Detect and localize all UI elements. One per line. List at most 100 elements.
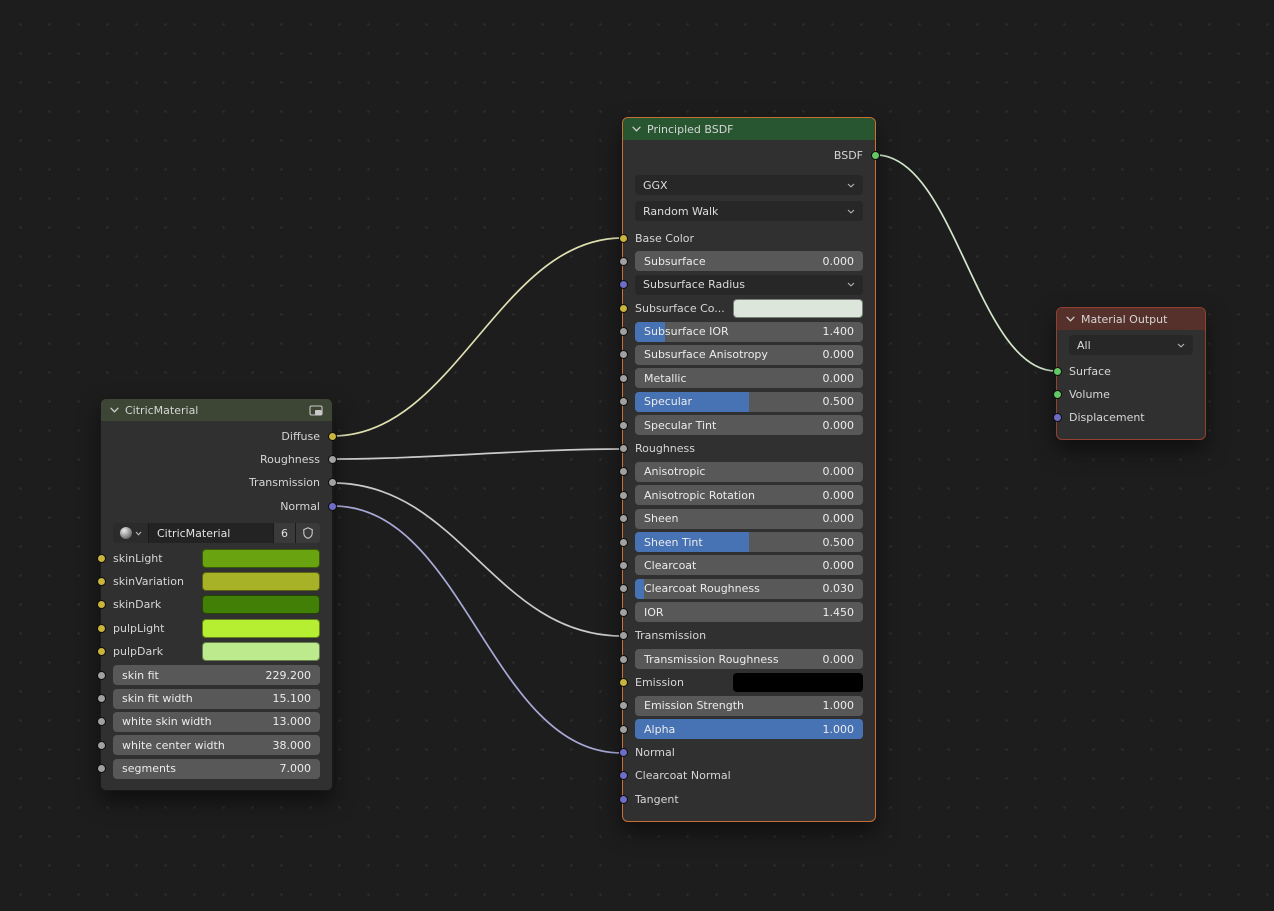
- socket-pulpdark-input[interactable]: [97, 647, 106, 656]
- segments-slider[interactable]: segments7.000: [113, 759, 320, 779]
- socket-roughness[interactable]: [619, 444, 628, 453]
- socket-anisotropic[interactable]: [619, 467, 628, 476]
- white-skin-width-slider[interactable]: white skin width13.000: [113, 712, 320, 732]
- collapse-chevron-icon[interactable]: [110, 407, 119, 413]
- material-browse-button[interactable]: [113, 523, 149, 543]
- link-roughness-to-roughness[interactable]: [333, 449, 622, 459]
- principled-node-header[interactable]: Principled BSDF: [623, 118, 875, 140]
- link-transmission-to-transmission[interactable]: [333, 483, 622, 636]
- sheen-slider[interactable]: Sheen0.000: [635, 509, 863, 529]
- skin-fit-width-slider[interactable]: skin fit width15.100: [113, 689, 320, 709]
- target-select[interactable]: All: [1069, 335, 1193, 355]
- subsurface-anisotropy-slider[interactable]: Subsurface Anisotropy0.000: [635, 345, 863, 365]
- socket-volume[interactable]: [1053, 390, 1062, 399]
- socket-metallic[interactable]: [619, 374, 628, 383]
- socket-subsurface-ior[interactable]: [619, 327, 628, 336]
- socket-tangent[interactable]: [619, 795, 628, 804]
- socket-anisotropic-rotation[interactable]: [619, 491, 628, 500]
- socket-clearcoat[interactable]: [619, 561, 628, 570]
- node-material-output[interactable]: Material Output All Surface Volume Displ…: [1056, 307, 1206, 440]
- socket-subsurface-radius[interactable]: [619, 280, 628, 289]
- shader-node-editor-canvas[interactable]: CitricMaterial Diffuse Roughness Transmi…: [0, 0, 1274, 911]
- socket-normal-output[interactable]: [328, 502, 337, 511]
- subsurface-radius-select[interactable]: Subsurface Radius: [635, 275, 863, 295]
- emission-color-swatch[interactable]: [733, 673, 863, 692]
- socket-surface[interactable]: [1053, 367, 1062, 376]
- socket-transmission[interactable]: [619, 631, 628, 640]
- emission-strength-slider[interactable]: Emission Strength1.000: [635, 696, 863, 716]
- pulpdark-color-swatch[interactable]: [202, 642, 320, 661]
- transmission-roughness-slider[interactable]: Transmission Roughness0.000: [635, 649, 863, 669]
- link-diffuse-to-base-color[interactable]: [333, 238, 622, 436]
- socket-skin-fit-input[interactable]: [97, 671, 106, 680]
- socket-base-color[interactable]: [619, 234, 628, 243]
- citric-node-header[interactable]: CitricMaterial: [101, 399, 332, 421]
- skinlight-color-swatch[interactable]: [202, 549, 320, 568]
- socket-skinlight-input[interactable]: [97, 554, 106, 563]
- socket-normal[interactable]: [619, 748, 628, 757]
- white-center-width-slider[interactable]: white center width38.000: [113, 735, 320, 755]
- input-row-normal: Normal: [635, 743, 863, 763]
- skindark-color-swatch[interactable]: [202, 595, 320, 614]
- socket-clearcoat-normal[interactable]: [619, 771, 628, 780]
- link-bsdf-to-surface[interactable]: [876, 155, 1056, 371]
- subsurface-ior-slider[interactable]: Subsurface IOR1.400: [635, 322, 863, 342]
- anisotropic-rotation-slider[interactable]: Anisotropic Rotation0.000: [635, 485, 863, 505]
- specular-slider[interactable]: Specular0.500: [635, 392, 863, 412]
- subsurface-slider[interactable]: Subsurface0.000: [635, 251, 863, 271]
- metallic-slider[interactable]: Metallic0.000: [635, 368, 863, 388]
- socket-diffuse-output[interactable]: [328, 432, 337, 441]
- skin-fit-slider[interactable]: skin fit229.200: [113, 665, 320, 685]
- subsurface-color-swatch[interactable]: [733, 299, 863, 318]
- sheen-tint-slider[interactable]: Sheen Tint0.500: [635, 532, 863, 552]
- clearcoat-slider[interactable]: Clearcoat0.000: [635, 555, 863, 575]
- material-name-field[interactable]: CitricMaterial: [149, 523, 274, 543]
- collapse-chevron-icon[interactable]: [632, 126, 641, 132]
- subsurface-method-select[interactable]: Random Walk: [635, 201, 863, 221]
- distribution-select[interactable]: GGX: [635, 175, 863, 195]
- socket-sheen[interactable]: [619, 514, 628, 523]
- specular-tint-slider[interactable]: Specular Tint0.000: [635, 415, 863, 435]
- socket-subsurface-color[interactable]: [619, 304, 628, 313]
- socket-subsurface[interactable]: [619, 257, 628, 266]
- socket-clearcoat-roughness[interactable]: [619, 584, 628, 593]
- socket-white-skin-width-input[interactable]: [97, 717, 106, 726]
- pulplight-color-swatch[interactable]: [202, 619, 320, 638]
- chevron-down-icon: [1177, 343, 1185, 348]
- input-row-roughness: Roughness: [635, 439, 863, 459]
- socket-emission[interactable]: [619, 678, 628, 687]
- node-citric-material[interactable]: CitricMaterial Diffuse Roughness Transmi…: [100, 398, 333, 791]
- material-users-count-button[interactable]: 6: [274, 523, 296, 543]
- node-principled-bsdf[interactable]: Principled BSDF BSDF GGX Random Walk Bas…: [622, 117, 876, 822]
- socket-specular-tint[interactable]: [619, 421, 628, 430]
- socket-sheen-tint[interactable]: [619, 538, 628, 547]
- socket-pulplight-input[interactable]: [97, 624, 106, 633]
- socket-displacement[interactable]: [1053, 413, 1062, 422]
- socket-bsdf-output[interactable]: [871, 151, 880, 160]
- skinvariation-color-swatch[interactable]: [202, 572, 320, 591]
- input-row-metallic: Metallic0.000: [635, 368, 863, 388]
- socket-segments-input[interactable]: [97, 764, 106, 773]
- material-output-node-title: Material Output: [1081, 313, 1167, 326]
- socket-alpha[interactable]: [619, 725, 628, 734]
- socket-skindark-input[interactable]: [97, 600, 106, 609]
- clearcoat-roughness-slider[interactable]: Clearcoat Roughness0.030: [635, 579, 863, 599]
- socket-skinvariation-input[interactable]: [97, 577, 106, 586]
- material-output-node-header[interactable]: Material Output: [1057, 308, 1205, 330]
- fake-user-shield-button[interactable]: [296, 523, 320, 543]
- input-row-displacement: Displacement: [1069, 408, 1193, 428]
- socket-roughness-output[interactable]: [328, 455, 337, 464]
- anisotropic-slider[interactable]: Anisotropic0.000: [635, 462, 863, 482]
- socket-emission-strength[interactable]: [619, 701, 628, 710]
- socket-white-center-width-input[interactable]: [97, 741, 106, 750]
- socket-transmission-output[interactable]: [328, 478, 337, 487]
- socket-skin-fit-width-input[interactable]: [97, 694, 106, 703]
- collapse-chevron-icon[interactable]: [1066, 316, 1075, 322]
- alpha-slider[interactable]: Alpha1.000: [635, 719, 863, 739]
- socket-specular[interactable]: [619, 397, 628, 406]
- citric-node-title: CitricMaterial: [125, 404, 198, 417]
- socket-transmission-roughness[interactable]: [619, 655, 628, 664]
- ior-slider[interactable]: IOR1.450: [635, 602, 863, 622]
- socket-subsurface-anisotropy[interactable]: [619, 350, 628, 359]
- socket-ior[interactable]: [619, 608, 628, 617]
